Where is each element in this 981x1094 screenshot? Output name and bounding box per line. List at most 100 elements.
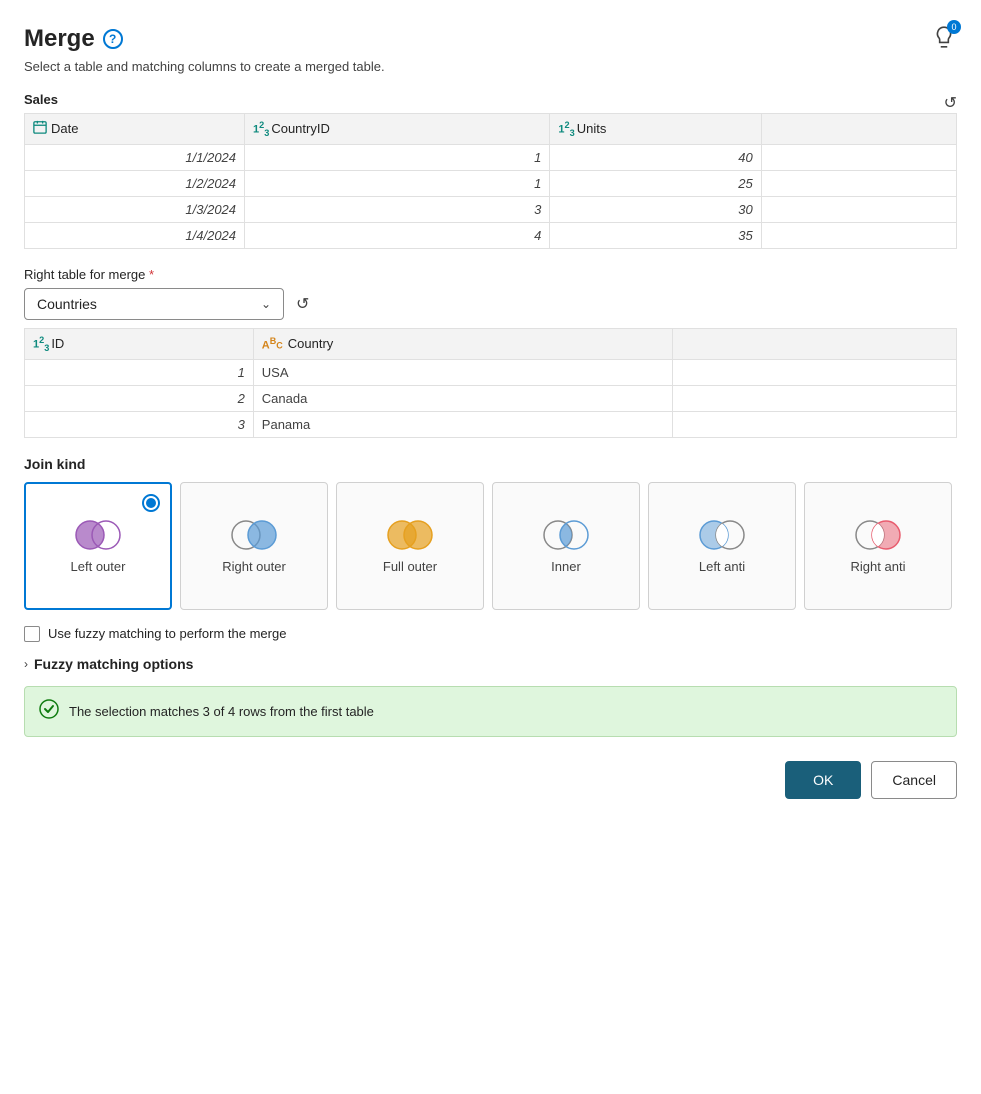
sales-label: Sales	[24, 92, 58, 107]
radio-dot-left-outer	[142, 494, 160, 512]
sales-refresh-button[interactable]: ↺	[944, 93, 957, 113]
fuzzy-matching-label: Use fuzzy matching to perform the merge	[48, 626, 286, 641]
right-table-label: Right table for merge *	[24, 267, 957, 282]
status-check-icon	[39, 699, 59, 724]
sales-cell-units: 30	[550, 196, 761, 222]
fuzzy-options-label: Fuzzy matching options	[34, 656, 193, 672]
join-option-right-anti-label: Right anti	[851, 559, 906, 574]
header-row: Merge ? 0	[24, 24, 957, 53]
countries-cell-id: 1	[25, 359, 254, 385]
join-option-right-outer[interactable]: Right outer	[180, 482, 328, 610]
sales-cell-empty	[761, 144, 956, 170]
countries-col-id: 123 ID	[25, 328, 254, 359]
join-option-left-outer-label: Left outer	[71, 559, 126, 574]
cancel-button[interactable]: Cancel	[871, 761, 957, 799]
countries-cell-country: USA	[253, 359, 672, 385]
sales-cell-date: 1/2/2024	[25, 170, 245, 196]
venn-left-anti-icon	[694, 517, 750, 553]
sales-col-date: Date	[25, 114, 245, 145]
123-icon-countryid: 123	[253, 120, 269, 138]
table-row: 1/2/2024 1 25	[25, 170, 957, 196]
table-row: 1/4/2024 4 35	[25, 222, 957, 248]
sales-cell-date: 1/4/2024	[25, 222, 245, 248]
chevron-right-icon: ›	[24, 657, 28, 671]
join-option-full-outer-label: Full outer	[383, 559, 437, 574]
sales-cell-countryid: 1	[245, 170, 550, 196]
title-area: Merge ?	[24, 25, 123, 53]
sales-table-body: 1/1/2024 1 40 1/2/2024 1 25 1/3/2024 3 3…	[25, 144, 957, 248]
sales-cell-empty	[761, 222, 956, 248]
join-options: Left outer Right outer Full outer Inner	[24, 482, 957, 610]
calendar-icon	[33, 120, 47, 137]
sales-col-countryid-label: CountryID	[271, 121, 330, 136]
venn-right-outer-icon	[226, 517, 282, 553]
venn-full-outer-icon	[382, 517, 438, 553]
countries-cell-empty	[672, 385, 956, 411]
sales-table-header-row: Date 123 CountryID 123 Units	[25, 114, 957, 145]
sales-col-units-label: Units	[577, 121, 607, 136]
countries-col-country: ABC Country	[253, 328, 672, 359]
sales-cell-date: 1/3/2024	[25, 196, 245, 222]
join-option-inner-label: Inner	[551, 559, 581, 574]
sales-col-date-label: Date	[51, 121, 78, 136]
table-row: 1/3/2024 3 30	[25, 196, 957, 222]
sales-cell-empty	[761, 196, 956, 222]
fuzzy-options-header[interactable]: › Fuzzy matching options	[24, 656, 957, 672]
lightbulb-badge[interactable]: 0	[931, 24, 957, 53]
dropdown-container: Countries ⌄ ↺	[24, 288, 957, 320]
join-option-left-outer[interactable]: Left outer	[24, 482, 172, 610]
sales-cell-countryid: 4	[245, 222, 550, 248]
join-option-full-outer[interactable]: Full outer	[336, 482, 484, 610]
sales-section-header: Sales ↺	[24, 92, 957, 113]
lightbulb-badge-count: 0	[947, 20, 961, 34]
sales-cell-empty	[761, 170, 956, 196]
table-row: 1/1/2024 1 40	[25, 144, 957, 170]
footer-buttons: OK Cancel	[24, 761, 957, 799]
123-icon-units: 123	[558, 120, 574, 138]
status-banner: The selection matches 3 of 4 rows from t…	[24, 686, 957, 737]
join-option-inner[interactable]: Inner	[492, 482, 640, 610]
countries-col-id-label: ID	[51, 336, 64, 351]
countries-cell-empty	[672, 359, 956, 385]
sales-cell-units: 35	[550, 222, 761, 248]
countries-col-country-label: Country	[288, 336, 334, 351]
chevron-down-icon: ⌄	[261, 297, 271, 311]
table-row: 2 Canada	[25, 385, 957, 411]
join-option-right-anti[interactable]: Right anti	[804, 482, 952, 610]
table-row: 3 Panama	[25, 411, 957, 437]
fuzzy-matching-checkbox[interactable]	[24, 626, 40, 642]
sales-cell-date: 1/1/2024	[25, 144, 245, 170]
countries-cell-country: Canada	[253, 385, 672, 411]
status-message: The selection matches 3 of 4 rows from t…	[69, 704, 374, 719]
countries-col-empty	[672, 328, 956, 359]
123-icon-id: 123	[33, 335, 49, 353]
dropdown-selected-value: Countries	[37, 296, 97, 312]
fuzzy-matching-row: Use fuzzy matching to perform the merge	[24, 626, 957, 642]
join-option-right-outer-label: Right outer	[222, 559, 286, 574]
sales-col-empty	[761, 114, 956, 145]
join-option-left-anti-label: Left anti	[699, 559, 745, 574]
ok-button[interactable]: OK	[785, 761, 861, 799]
countries-cell-country: Panama	[253, 411, 672, 437]
join-kind-label: Join kind	[24, 456, 957, 472]
abc-icon-country: ABC	[262, 336, 283, 352]
sales-table: Date 123 CountryID 123 Units 1/1/2024 1 …	[24, 113, 957, 249]
right-table-dropdown[interactable]: Countries ⌄	[24, 288, 284, 320]
page-subtitle: Select a table and matching columns to c…	[24, 59, 957, 74]
right-table-refresh-button[interactable]: ↺	[296, 294, 309, 314]
sales-cell-countryid: 3	[245, 196, 550, 222]
help-icon[interactable]: ?	[103, 29, 123, 49]
countries-cell-empty	[672, 411, 956, 437]
venn-inner-icon	[538, 517, 594, 553]
required-star: *	[149, 267, 154, 282]
radio-inner-left-outer	[146, 498, 156, 508]
venn-right-anti-icon	[850, 517, 906, 553]
sales-cell-units: 40	[550, 144, 761, 170]
venn-left-outer-icon	[70, 517, 126, 553]
sales-col-units: 123 Units	[550, 114, 761, 145]
table-row: 1 USA	[25, 359, 957, 385]
countries-table: 123 ID ABC Country 1 USA 2 Canada 3 Pana…	[24, 328, 957, 438]
countries-table-body: 1 USA 2 Canada 3 Panama	[25, 359, 957, 437]
sales-cell-countryid: 1	[245, 144, 550, 170]
join-option-left-anti[interactable]: Left anti	[648, 482, 796, 610]
